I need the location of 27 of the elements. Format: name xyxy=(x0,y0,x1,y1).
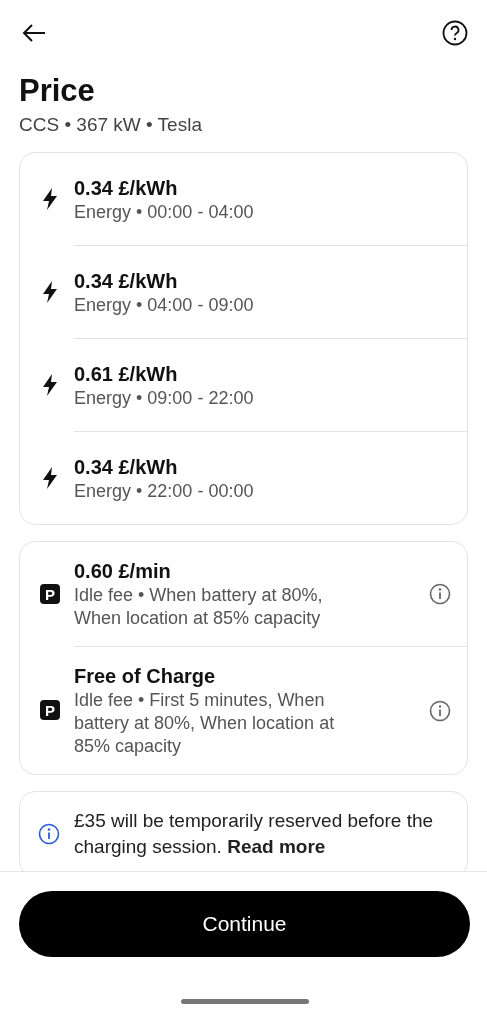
lightning-icon xyxy=(40,465,60,490)
price-details: Energy • 22:00 - 00:00 xyxy=(74,479,255,503)
price-text: 0.34 £/kWh xyxy=(74,175,179,201)
price-details: Energy • 00:00 - 04:00 xyxy=(74,200,255,224)
price-details: Idle fee • When battery at 80%, When location at 85% capacity xyxy=(74,584,324,630)
info-icon xyxy=(38,823,60,845)
parking-icon: P xyxy=(40,584,60,604)
back-button[interactable] xyxy=(21,23,47,43)
reservation-notice: £35 will be temporarily reserved before the charging session. Read more xyxy=(74,809,435,859)
price-text: Free of Charge xyxy=(74,664,217,689)
info-icon xyxy=(429,699,451,722)
lightning-icon xyxy=(40,187,60,211)
price-details: Idle fee • First 5 minutes, When battery at 80%, When location at 85% capacity xyxy=(74,689,336,758)
connector-summary: CCS • 367 kW • Tesla xyxy=(19,114,203,136)
price-text: 0.60 £/min xyxy=(74,559,172,584)
help-button[interactable] xyxy=(442,20,468,46)
continue-button[interactable]: Continue xyxy=(19,891,470,957)
info-icon xyxy=(429,583,451,605)
parking-icon: P xyxy=(40,700,60,720)
lightning-icon xyxy=(40,279,60,304)
price-text: 0.34 £/kWh xyxy=(74,454,179,480)
price-text: 0.34 £/kWh xyxy=(74,268,179,294)
lightning-icon xyxy=(40,372,60,397)
page-title: Price xyxy=(19,72,96,110)
price-details: Energy • 09:00 - 22:00 xyxy=(74,386,255,410)
price-details: Energy • 04:00 - 09:00 xyxy=(74,293,255,317)
price-text: 0.61 £/kWh xyxy=(74,361,179,387)
